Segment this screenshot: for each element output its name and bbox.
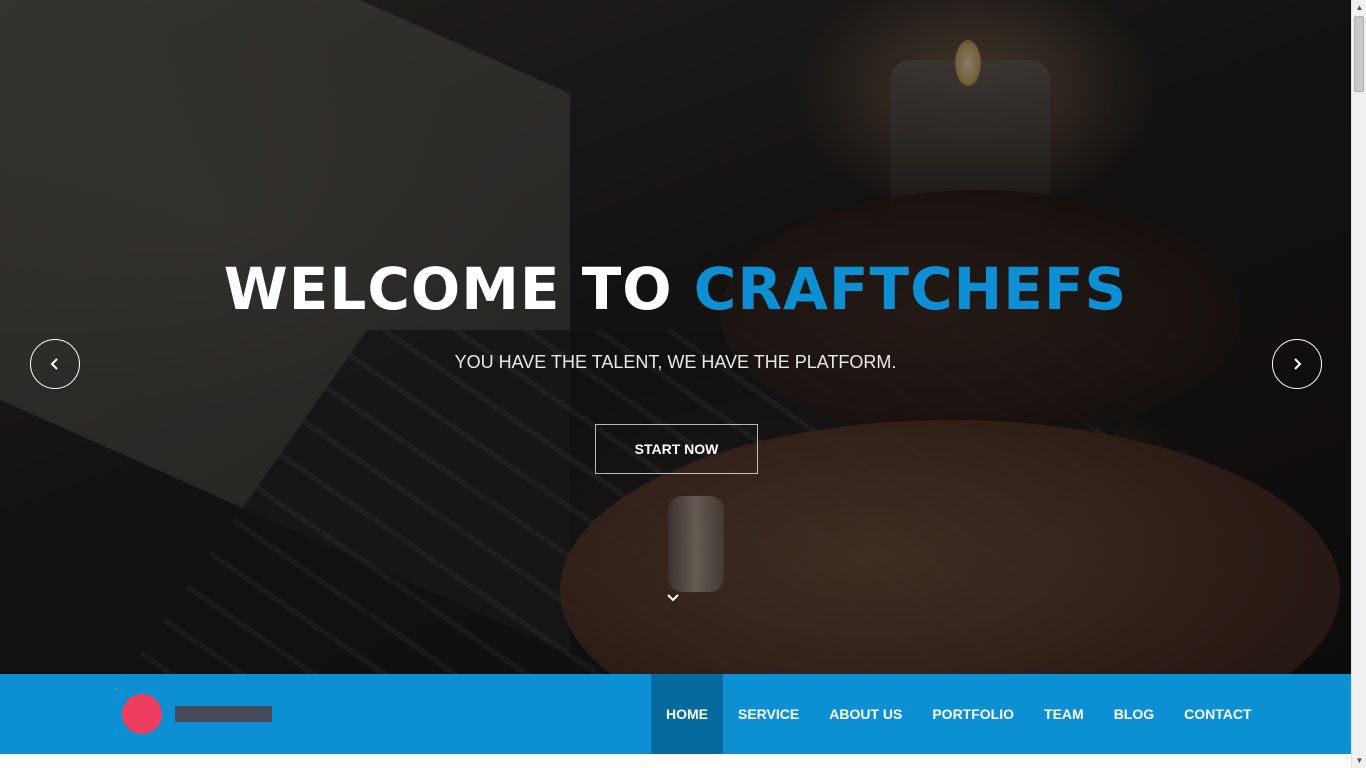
- nav-item-team[interactable]: TEAM: [1029, 674, 1099, 754]
- start-now-button[interactable]: START NOW: [595, 424, 758, 474]
- page-scrollbar[interactable]: ▲ ▼: [1351, 0, 1366, 768]
- nav-item-about-us[interactable]: ABOUT US: [814, 674, 917, 754]
- nav-item-service[interactable]: SERVICE: [723, 674, 814, 754]
- nav-menu: HOME SERVICE ABOUT US PORTFOLIO TEAM BLO…: [651, 674, 1267, 754]
- nav-item-portfolio[interactable]: PORTFOLIO: [917, 674, 1029, 754]
- hero-title-brand: CRAFTCHEFS: [693, 255, 1128, 323]
- hero-section: WELCOME TO CRAFTCHEFS YOU HAVE THE TALEN…: [0, 0, 1351, 674]
- scroll-up-arrow-icon[interactable]: ▲: [1352, 0, 1366, 15]
- logo-wordmark-placeholder[interactable]: [175, 706, 272, 722]
- scroll-down-button[interactable]: [661, 588, 685, 608]
- hero-title-text: WELCOME TO: [223, 255, 694, 323]
- main-navbar: HOME SERVICE ABOUT US PORTFOLIO TEAM BLO…: [0, 674, 1351, 754]
- chevron-down-icon: [667, 594, 679, 602]
- hero-subtitle: YOU HAVE THE TALENT, WE HAVE THE PLATFOR…: [454, 352, 897, 372]
- scrollbar-thumb[interactable]: [1354, 16, 1364, 92]
- nav-item-blog[interactable]: BLOG: [1099, 674, 1169, 754]
- chevron-right-icon: [1294, 358, 1302, 370]
- nav-item-home[interactable]: HOME: [651, 674, 723, 754]
- hero-overlay: [0, 0, 1351, 674]
- carousel-prev-button[interactable]: [30, 339, 80, 389]
- nav-item-contact[interactable]: CONTACT: [1169, 674, 1266, 754]
- scroll-down-arrow-icon[interactable]: ▼: [1352, 753, 1366, 768]
- hero-title: WELCOME TO CRAFTCHEFS: [0, 254, 1351, 324]
- chevron-left-icon: [50, 358, 58, 370]
- logo-mark[interactable]: [122, 694, 162, 734]
- carousel-next-button[interactable]: [1272, 339, 1322, 389]
